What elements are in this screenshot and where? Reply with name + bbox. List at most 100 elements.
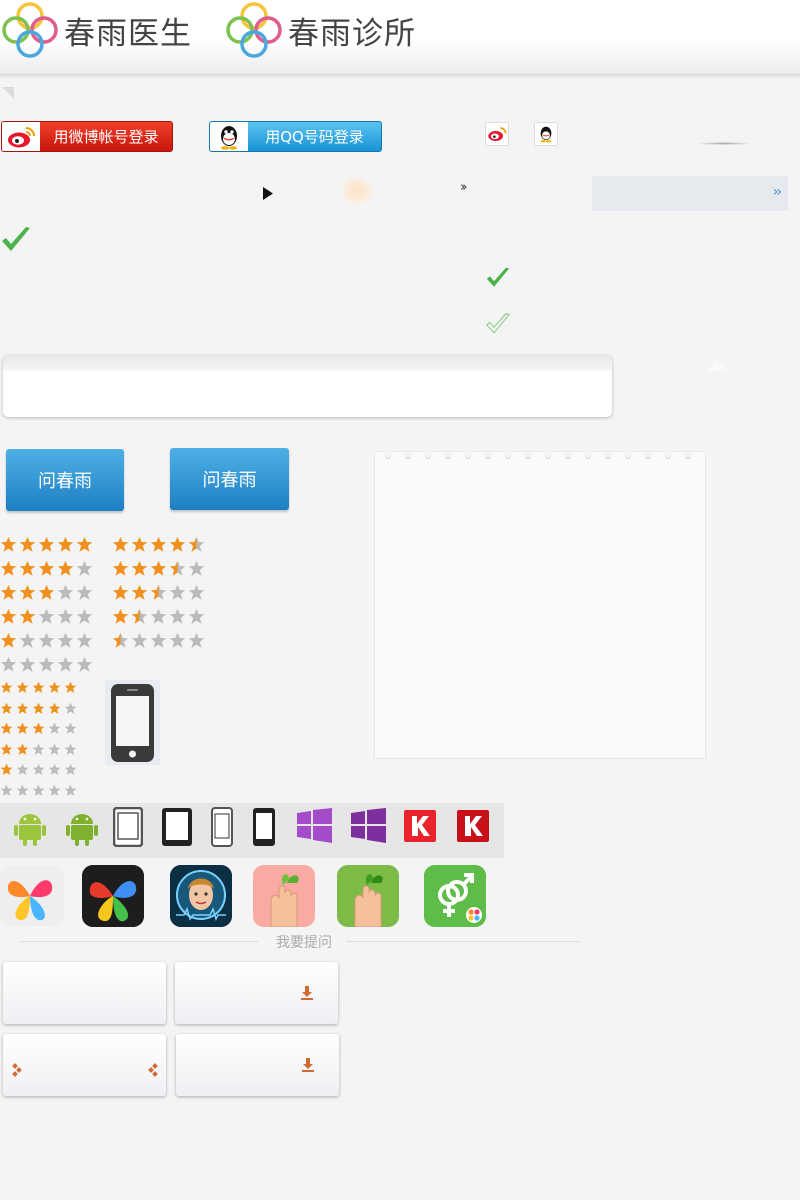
star-rating-row: [0, 536, 93, 553]
star-icon: [169, 536, 186, 552]
star-icon: [188, 560, 205, 576]
content-panel: [3, 355, 612, 417]
star-icon: [64, 763, 77, 776]
option-card[interactable]: [3, 1034, 166, 1096]
star-icon: [0, 702, 13, 714]
star-rating-row: [0, 702, 77, 715]
qq-small-button[interactable]: [534, 122, 558, 146]
notepad-hole: [685, 451, 691, 459]
star-icon: [76, 632, 93, 648]
star-icon: [64, 722, 77, 735]
star-icon: [57, 536, 74, 552]
tablet-icon[interactable]: [161, 807, 193, 847]
star-rating-row: [0, 608, 93, 625]
star-icon: [32, 702, 45, 714]
notepad-hole: [485, 451, 491, 459]
header-bar: 春雨医生 春雨诊所: [0, 0, 800, 75]
hand-sprout-pink-icon[interactable]: [253, 865, 315, 927]
star-icon: [0, 722, 13, 735]
star-icon: [38, 608, 55, 624]
ask-button-label: 问春雨: [38, 471, 92, 492]
k-icon[interactable]: [404, 810, 436, 842]
ask-question-divider-label[interactable]: 我要提问: [262, 932, 346, 952]
double-chevron-right-icon: ››: [772, 184, 782, 200]
brand-title: 春雨诊所: [288, 15, 416, 52]
star-icon: [19, 560, 36, 576]
weibo-small-button[interactable]: [485, 122, 509, 146]
notepad-hole: [565, 451, 571, 459]
nav-bar[interactable]: ››: [592, 176, 788, 211]
notepad-hole: [645, 451, 651, 459]
star-icon: [112, 632, 129, 648]
notepad-hole: [585, 451, 591, 459]
star-icon: [57, 608, 74, 624]
windows-icon[interactable]: [351, 808, 386, 843]
star-icon: [0, 681, 13, 694]
option-card[interactable]: [3, 962, 166, 1024]
star-icon: [0, 632, 17, 648]
ask-chunyu-button[interactable]: 问春雨: [6, 449, 124, 511]
weibo-icon: [2, 122, 40, 151]
weibo-login-button[interactable]: 用微博帐号登录: [1, 121, 173, 152]
notepad-panel: [375, 451, 705, 758]
star-icon: [150, 608, 167, 624]
star-icon: [0, 584, 17, 600]
hand-sprout-green-icon[interactable]: [337, 865, 399, 927]
brand-chunyu-doctor[interactable]: 春雨医生: [2, 2, 192, 58]
android-icon[interactable]: [14, 810, 46, 846]
star-icon: [19, 656, 36, 672]
android-icon[interactable]: [66, 810, 98, 846]
option-card[interactable]: [176, 1034, 339, 1096]
qq-icon: [540, 126, 552, 143]
notepad-hole: [505, 451, 511, 459]
star-icon: [64, 784, 77, 796]
double-chevron-right-icon[interactable]: ››: [460, 180, 468, 195]
brand-chunyu-clinic[interactable]: 春雨诊所: [226, 2, 416, 58]
face-app-icon[interactable]: [170, 865, 232, 927]
star-icon: [76, 608, 93, 624]
notepad-hole: [545, 451, 551, 459]
star-icon: [57, 584, 74, 600]
star-icon: [0, 536, 17, 552]
star-icon: [16, 763, 29, 776]
option-card[interactable]: [175, 962, 338, 1024]
download-icon: [301, 1058, 315, 1076]
checkmark-icon: [486, 267, 510, 287]
ask-chunyu-button[interactable]: 问春雨: [170, 448, 289, 510]
star-icon: [188, 584, 205, 600]
brand-title: 春雨医生: [64, 15, 192, 52]
star-icon: [38, 536, 55, 552]
tablet-icon[interactable]: [113, 807, 143, 847]
star-icon: [48, 784, 61, 796]
star-icon: [76, 536, 93, 552]
star-icon: [48, 743, 61, 755]
star-icon: [112, 536, 129, 552]
star-icon: [150, 536, 167, 552]
phone-icon[interactable]: [252, 807, 276, 847]
windows-icon[interactable]: [297, 808, 332, 843]
phone-icon[interactable]: [211, 807, 233, 847]
gender-app-icon[interactable]: [424, 865, 486, 927]
star-icon: [16, 681, 29, 694]
star-rating-row: [112, 632, 205, 649]
qq-login-button[interactable]: 用QQ号码登录: [209, 121, 382, 152]
star-rating-row: [112, 536, 205, 553]
play-arrow-icon[interactable]: [263, 187, 273, 200]
star-icon: [112, 608, 129, 624]
star-icon: [188, 608, 205, 624]
k-icon[interactable]: [457, 810, 489, 842]
notepad-hole: [385, 451, 391, 459]
chunyu-logo-icon: [2, 2, 58, 58]
notepad-hole: [665, 451, 671, 459]
clover-app-icon[interactable]: [0, 866, 64, 926]
star-icon: [64, 702, 77, 714]
star-icon: [32, 722, 45, 735]
star-icon: [19, 608, 36, 624]
star-icon: [188, 632, 205, 648]
star-icon: [64, 743, 77, 755]
go-launcher-icon[interactable]: [82, 865, 144, 927]
star-icon: [38, 632, 55, 648]
star-icon: [16, 743, 29, 755]
notepad-hole: [465, 451, 471, 459]
star-icon: [48, 722, 61, 735]
